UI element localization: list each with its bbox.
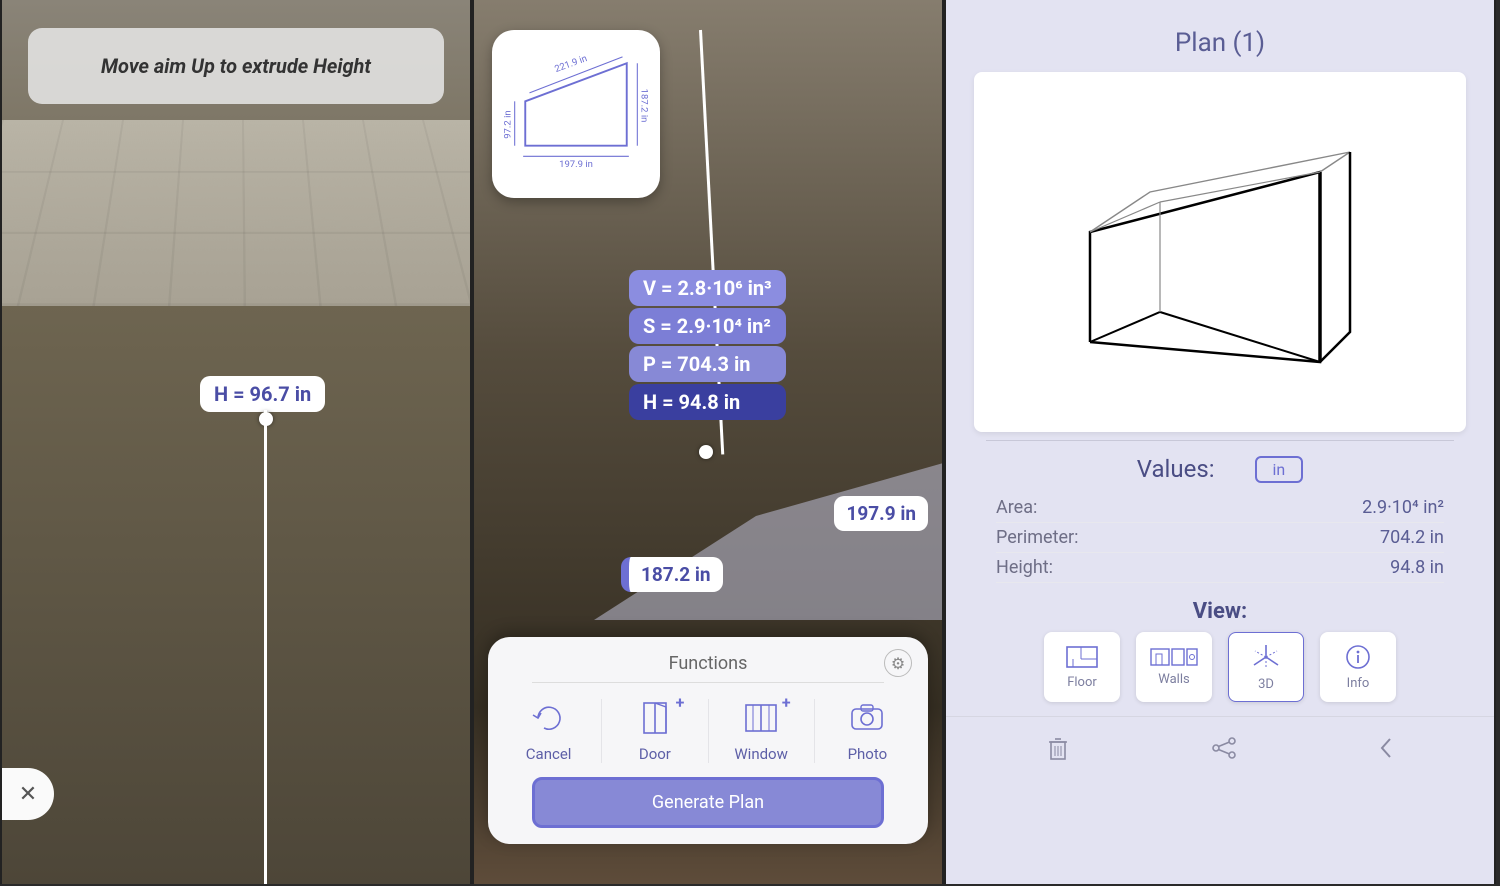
minimap-panel[interactable]: 197.9 in 187.2 in 221.9 in 97.2 in: [492, 30, 660, 198]
ar-extrude-screen: Move aim Up to extrude Height H = 96.7 i…: [0, 0, 472, 884]
trash-icon: [1047, 735, 1069, 761]
perimeter-pill: P = 704.3 in: [629, 346, 786, 382]
measurement-stack: V = 2.8·10⁶ in³ S = 2.9·10⁴ in² P = 704.…: [629, 270, 786, 422]
plus-icon: +: [782, 693, 791, 712]
window-icon: [739, 699, 783, 737]
dim-front: 187.2 in: [621, 557, 723, 592]
delete-button[interactable]: [1047, 735, 1069, 767]
functions-panel: Functions ⚙ Cancel + Door +: [488, 637, 928, 844]
model-preview[interactable]: [974, 72, 1466, 432]
svg-text:97.2 in: 97.2 in: [502, 110, 513, 138]
share-icon: [1210, 736, 1238, 760]
height-badge: H = 96.7 in: [200, 376, 325, 412]
bottom-toolbar: [946, 716, 1494, 785]
floor-node-icon: [699, 445, 713, 459]
generate-plan-button[interactable]: Generate Plan: [532, 777, 884, 828]
value-row: Height:94.8 in: [996, 553, 1444, 583]
floor-polygon: [594, 460, 944, 620]
height-line: [264, 410, 267, 884]
value-row: Area:2.9·10⁴ in²: [996, 493, 1444, 523]
window-label: Window: [734, 745, 788, 763]
chevron-left-icon: [1379, 737, 1393, 759]
view-info-button[interactable]: Info: [1320, 632, 1396, 702]
camera-icon: [845, 699, 889, 737]
surface-pill: S = 2.9·10⁴ in²: [629, 308, 786, 344]
settings-button[interactable]: ⚙: [884, 649, 912, 677]
unit-toggle[interactable]: in: [1255, 456, 1304, 483]
view-walls-button[interactable]: Walls: [1136, 632, 1212, 702]
ar-plan-screen: 197.9 in 187.2 in 221.9 in 97.2 in V = 2…: [472, 0, 944, 884]
add-door-button[interactable]: + Door: [601, 699, 707, 763]
info-icon: [1345, 644, 1371, 670]
minimap-plan-icon: 197.9 in 187.2 in 221.9 in 97.2 in: [502, 40, 650, 188]
values-list[interactable]: Area:2.9·10⁴ in² Perimeter:704.2 in Heig…: [946, 487, 1494, 585]
view-header: View:: [946, 585, 1494, 632]
functions-title: Functions ⚙: [496, 649, 920, 682]
photo-label: Photo: [848, 745, 888, 763]
door-label: Door: [639, 745, 671, 763]
walls-icon: [1150, 648, 1198, 666]
axis-3d-icon: [1251, 643, 1281, 671]
undo-icon: [527, 699, 571, 737]
back-button[interactable]: [1379, 737, 1393, 765]
values-header: Values: in: [946, 441, 1494, 487]
hint-banner: Move aim Up to extrude Height: [28, 28, 444, 104]
ceiling-photo-area: [0, 120, 472, 306]
svg-text:197.9 in: 197.9 in: [559, 159, 593, 170]
room-3d-icon: [994, 92, 1446, 412]
floor-icon: [1065, 645, 1099, 669]
gear-icon: ⚙: [891, 654, 905, 673]
share-button[interactable]: [1210, 736, 1238, 766]
svg-text:187.2 in: 187.2 in: [639, 89, 650, 123]
plan-title: Plan (1): [946, 0, 1494, 72]
view-floor-button[interactable]: Floor: [1044, 632, 1120, 702]
add-window-button[interactable]: + Window: [708, 699, 814, 763]
divider: [532, 682, 884, 683]
height-pill: H = 94.8 in: [629, 384, 786, 420]
plan-view-screen: Plan (1) Values: in Area:2.9·10⁴ in² Per…: [944, 0, 1496, 884]
close-icon: ✕: [19, 782, 37, 807]
photo-button[interactable]: Photo: [814, 699, 920, 763]
close-button[interactable]: ✕: [2, 768, 54, 820]
value-row: Perimeter:704.2 in: [996, 523, 1444, 553]
plus-icon: +: [676, 693, 685, 712]
cancel-label: Cancel: [526, 745, 572, 763]
door-icon: [633, 699, 677, 737]
volume-pill: V = 2.8·10⁶ in³: [629, 270, 786, 306]
dim-right: 197.9 in: [834, 496, 928, 531]
view-3d-button[interactable]: 3D: [1228, 632, 1304, 702]
view-mode-row: Floor Walls 3D Info: [946, 632, 1494, 716]
cancel-button[interactable]: Cancel: [496, 699, 601, 763]
